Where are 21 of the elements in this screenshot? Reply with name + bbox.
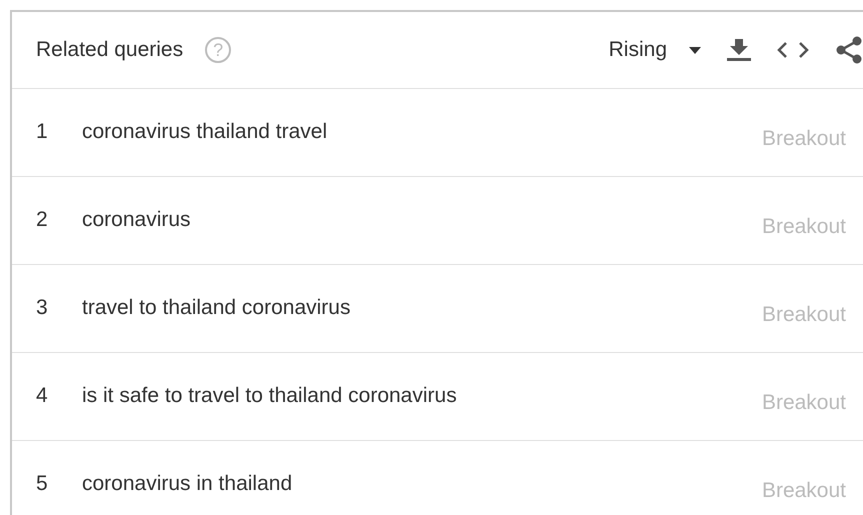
- breakout-value: Breakout: [762, 214, 846, 239]
- card-title: Related queries: [36, 38, 184, 62]
- breakout-value: Breakout: [762, 302, 846, 327]
- breakout-value: Breakout: [762, 478, 846, 503]
- rank-number: 1: [36, 119, 49, 144]
- download-icon[interactable]: [727, 39, 751, 61]
- filter-dropdown[interactable]: Rising: [608, 38, 701, 62]
- query-link[interactable]: travel to thailand coronavirus: [82, 265, 350, 320]
- query-link[interactable]: coronavirus in thailand: [82, 441, 292, 496]
- breakout-value: Breakout: [762, 126, 846, 151]
- rank-number: 4: [36, 383, 49, 408]
- query-link[interactable]: coronavirus thailand travel: [82, 89, 328, 144]
- caret-icon: [689, 46, 701, 54]
- breakout-value: Breakout: [762, 390, 846, 415]
- query-link[interactable]: coronavirus: [82, 177, 191, 232]
- code-icon[interactable]: [777, 41, 809, 59]
- query-link[interactable]: is it safe to travel to thailand coronavirus: [82, 353, 457, 408]
- rank-number: 3: [36, 295, 49, 320]
- rank-number: 5: [36, 471, 49, 496]
- rank-number: 2: [36, 207, 49, 232]
- share-icon[interactable]: [835, 36, 863, 64]
